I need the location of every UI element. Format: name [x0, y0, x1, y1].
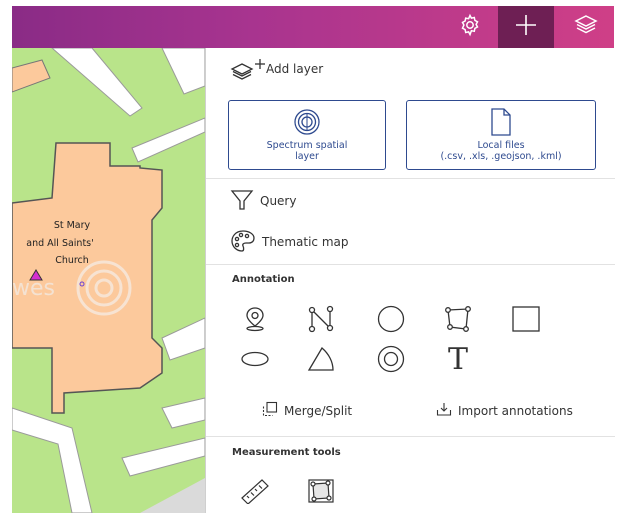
divider	[206, 264, 615, 265]
import-annotations-label: Import annotations	[458, 403, 573, 418]
polygon-icon	[444, 305, 472, 337]
ring-icon	[376, 344, 406, 378]
polyline-icon	[307, 305, 335, 337]
polyline-tool[interactable]	[306, 305, 336, 337]
spectrum-card-line2: layer	[295, 151, 319, 162]
map-label-line2: and All Saints'	[26, 238, 94, 249]
ellipse-icon	[240, 349, 270, 373]
add-button[interactable]	[498, 6, 554, 48]
funnel-icon	[230, 188, 260, 215]
merge-split-label: Merge/Split	[284, 403, 353, 418]
text-tool[interactable]: T	[443, 341, 473, 377]
spectrum-card-line1: Spectrum spatial	[266, 140, 348, 151]
divider	[206, 178, 615, 179]
divider	[206, 436, 615, 437]
palette-icon	[230, 229, 262, 256]
area-measure-tool[interactable]	[306, 478, 336, 508]
ruler-tool[interactable]	[240, 478, 270, 508]
local-files-line1: Local files	[477, 140, 525, 151]
file-icon	[489, 107, 513, 140]
import-icon	[436, 401, 452, 420]
add-layer-label: Add layer	[266, 62, 324, 76]
area-measure-icon	[306, 477, 336, 509]
map-watermark: wes	[12, 276, 55, 301]
sector-icon	[306, 345, 336, 377]
merge-split-button[interactable]: Merge/Split	[262, 401, 352, 420]
local-files-line2: (.csv, .xls, .geojson, .kml)	[440, 151, 562, 162]
annotation-section-title: Annotation	[232, 274, 295, 285]
plus-icon	[513, 12, 539, 42]
marker-icon	[243, 306, 267, 336]
layers-button[interactable]	[558, 6, 614, 48]
polygon-tool[interactable]	[443, 306, 473, 336]
top-toolbar	[12, 6, 614, 48]
settings-button[interactable]	[442, 6, 498, 48]
thematic-map-label: Thematic map	[262, 235, 349, 249]
thematic-map-row[interactable]: Thematic map	[230, 229, 530, 255]
sector-tool[interactable]	[306, 346, 336, 376]
circle-tool[interactable]	[376, 304, 406, 338]
ruler-icon	[240, 478, 270, 508]
add-panel: Add layer Spectrum spatial layer Local f…	[205, 48, 615, 513]
spectrum-spatial-layer-card[interactable]: Spectrum spatial layer	[228, 100, 386, 170]
add-layer-row[interactable]: Add layer	[230, 56, 530, 82]
circle-icon	[376, 304, 406, 338]
add-layers-icon	[230, 57, 266, 81]
marker-tool[interactable]	[240, 306, 270, 336]
map-label-line1: St Mary	[53, 220, 91, 231]
map-label-line3: Church	[55, 255, 89, 266]
layers-icon	[573, 13, 599, 41]
ring-tool[interactable]	[376, 344, 406, 378]
query-label: Query	[260, 194, 297, 208]
import-annotations-button[interactable]: Import annotations	[436, 401, 573, 420]
rectangle-icon	[511, 305, 541, 337]
spectrum-icon	[292, 107, 322, 140]
rectangle-tool[interactable]	[511, 306, 541, 336]
map-canvas[interactable]: St Mary and All Saints' Church wes	[12, 48, 205, 513]
text-icon: T	[447, 341, 468, 377]
ellipse-tool[interactable]	[240, 346, 270, 376]
app-frame: St Mary and All Saints' Church wes Add l…	[0, 0, 623, 513]
local-files-card[interactable]: Local files (.csv, .xls, .geojson, .kml)	[406, 100, 596, 170]
merge-split-icon	[262, 401, 278, 420]
gear-icon	[458, 13, 482, 41]
measurement-section-title: Measurement tools	[232, 447, 341, 458]
query-row[interactable]: Query	[230, 188, 530, 214]
